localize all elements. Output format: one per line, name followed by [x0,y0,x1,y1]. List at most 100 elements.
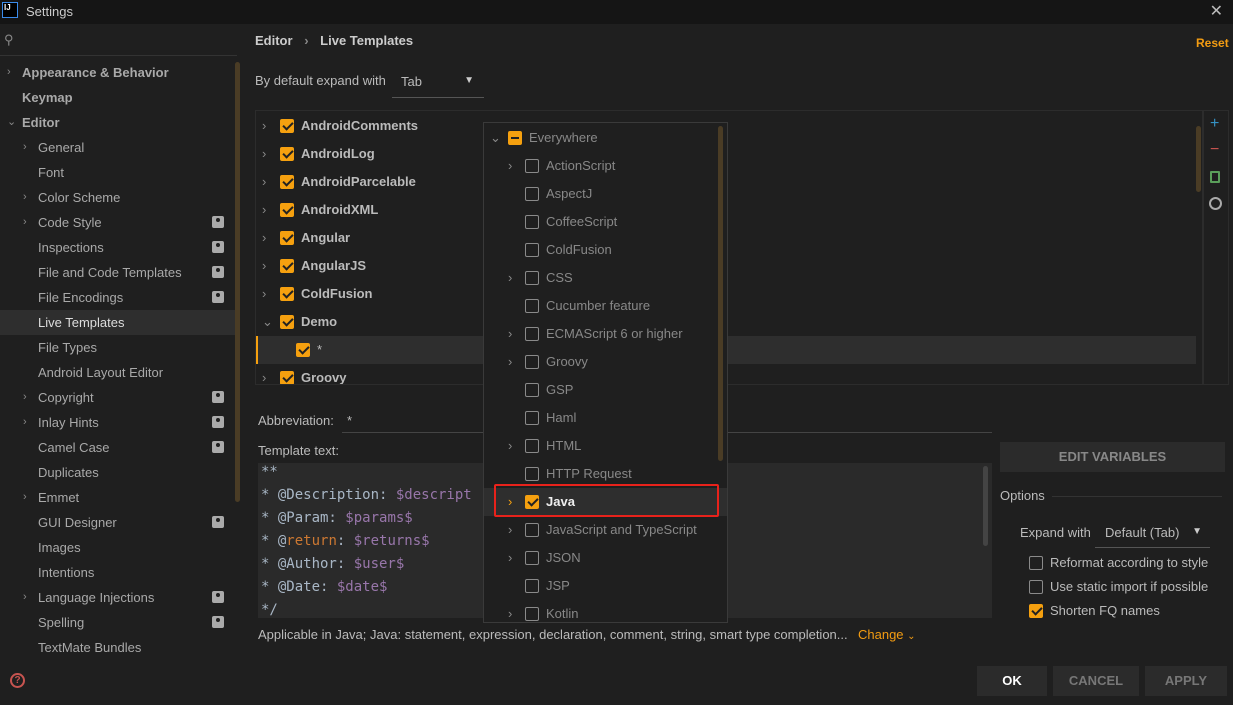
close-icon[interactable]: ✕ [1210,1,1223,21]
templates-scrollbar[interactable] [1196,126,1201,192]
context-item[interactable]: ColdFusion [484,236,727,264]
chevron-right-icon[interactable]: › [508,264,512,292]
context-item[interactable]: JSP [484,572,727,600]
chevron-right-icon[interactable]: › [23,210,27,235]
context-item[interactable]: › JSON [484,544,727,572]
sidebar-item[interactable]: GUI Designer [0,510,237,535]
chevron-down-icon[interactable]: ⌄ [490,124,501,152]
chevron-right-icon[interactable]: › [508,516,512,544]
template-checkbox[interactable] [280,175,294,189]
sidebar-item[interactable]: Inspections [0,235,237,260]
reset-link[interactable]: Reset [1196,36,1229,50]
context-item[interactable]: ⌄ Everywhere [484,124,727,152]
context-item[interactable]: Cucumber feature [484,292,727,320]
template-checkbox[interactable] [280,119,294,133]
sidebar-item[interactable]: › General [0,135,237,160]
sidebar-item[interactable]: ⌄ Editor [0,110,237,135]
chevron-right-icon[interactable]: › [23,410,27,435]
expand-with-dropdown[interactable]: Default (Tab) ▼ [1095,518,1210,548]
sidebar-item[interactable]: File and Code Templates [0,260,237,285]
context-checkbox[interactable] [525,411,539,425]
sidebar-item[interactable]: Images [0,535,237,560]
context-checkbox[interactable] [525,383,539,397]
context-popup[interactable]: ⌄ Everywhere › ActionScript AspectJ CoffeeScr… [483,122,728,623]
chevron-right-icon[interactable]: › [262,140,266,168]
sidebar-item[interactable]: › Emmet [0,485,237,510]
context-checkbox[interactable] [525,467,539,481]
sidebar-item[interactable]: Font [0,160,237,185]
add-icon[interactable]: + [1210,115,1219,133]
breadcrumb-parent[interactable]: Editor [255,33,293,48]
sidebar-item[interactable]: File Types [0,335,237,360]
context-checkbox[interactable] [525,271,539,285]
sidebar-item[interactable]: › Appearance & Behavior [0,60,237,85]
restore-icon[interactable] [1209,197,1222,210]
context-checkbox[interactable] [525,215,539,229]
editor-scrollbar[interactable] [983,466,988,546]
cancel-button[interactable]: CANCEL [1053,666,1139,696]
chevron-right-icon[interactable]: › [262,280,266,308]
chevron-right-icon[interactable]: › [508,320,512,348]
context-checkbox[interactable] [525,523,539,537]
option-checkbox[interactable] [1029,580,1043,594]
sidebar-scrollbar[interactable] [235,62,240,502]
chevron-right-icon[interactable]: › [7,60,11,85]
sidebar-item[interactable]: Live Templates [0,310,237,335]
template-checkbox[interactable] [280,203,294,217]
expand-default-dropdown[interactable]: Tab ▼ [392,68,484,98]
chevron-right-icon[interactable]: › [262,168,266,196]
change-link[interactable]: Change ⌄ [858,627,916,642]
template-checkbox[interactable] [280,147,294,161]
popup-scrollbar[interactable] [718,126,723,461]
sidebar-item[interactable]: File Encodings [0,285,237,310]
chevron-right-icon[interactable]: › [508,348,512,376]
template-checkbox[interactable] [280,231,294,245]
chevron-right-icon[interactable]: › [508,544,512,572]
context-checkbox[interactable] [525,607,539,621]
templates-tree[interactable]: › AndroidComments › AndroidLog › AndroidParce… [255,110,1203,385]
context-item[interactable]: › CSS [484,264,727,292]
sidebar-item[interactable]: Keymap [0,85,237,110]
chevron-right-icon[interactable]: › [23,585,27,610]
context-item[interactable]: GSP [484,376,727,404]
search-input[interactable]: ⚲ [0,28,237,56]
chevron-right-icon[interactable]: › [508,432,512,460]
sidebar-item[interactable]: › Copyright [0,385,237,410]
sidebar-item[interactable]: › Language Injections [0,585,237,610]
context-item[interactable]: › Kotlin [484,600,727,622]
chevron-down-icon[interactable]: ⌄ [7,110,16,135]
chevron-right-icon[interactable]: › [23,485,27,510]
sidebar-item[interactable]: TextMate Bundles [0,635,237,660]
context-item[interactable]: CoffeeScript [484,208,727,236]
template-checkbox[interactable] [296,343,310,357]
chevron-right-icon[interactable]: › [508,600,512,622]
context-item[interactable]: › JavaScript and TypeScript [484,516,727,544]
context-item[interactable]: › Groovy [484,348,727,376]
template-checkbox[interactable] [280,371,294,384]
template-checkbox[interactable] [280,259,294,273]
option-checkbox[interactable] [1029,604,1043,618]
context-item[interactable]: AspectJ [484,180,727,208]
context-item[interactable]: › HTML [484,432,727,460]
chevron-down-icon[interactable]: ⌄ [262,308,273,336]
option-checkbox[interactable] [1029,556,1043,570]
remove-icon[interactable]: − [1210,141,1219,159]
chevron-right-icon[interactable]: › [262,224,266,252]
sidebar-item[interactable]: Camel Case [0,435,237,460]
sidebar-item[interactable]: › Code Style [0,210,237,235]
sidebar-item[interactable]: Android Layout Editor [0,360,237,385]
sidebar-item[interactable]: Intentions [0,560,237,585]
chevron-right-icon[interactable]: › [262,364,266,384]
sidebar-item[interactable]: › Color Scheme [0,185,237,210]
sidebar-item[interactable]: › Inlay Hints [0,410,237,435]
context-item[interactable]: › ActionScript [484,152,727,180]
chevron-right-icon[interactable]: › [262,196,266,224]
apply-button[interactable]: APPLY [1145,666,1227,696]
context-checkbox[interactable] [525,299,539,313]
context-item[interactable]: › ECMAScript 6 or higher [484,320,727,348]
chevron-right-icon[interactable]: › [508,152,512,180]
context-checkbox[interactable] [525,159,539,173]
chevron-right-icon[interactable]: › [262,112,266,140]
context-checkbox[interactable] [508,131,522,145]
chevron-right-icon[interactable]: › [23,185,27,210]
